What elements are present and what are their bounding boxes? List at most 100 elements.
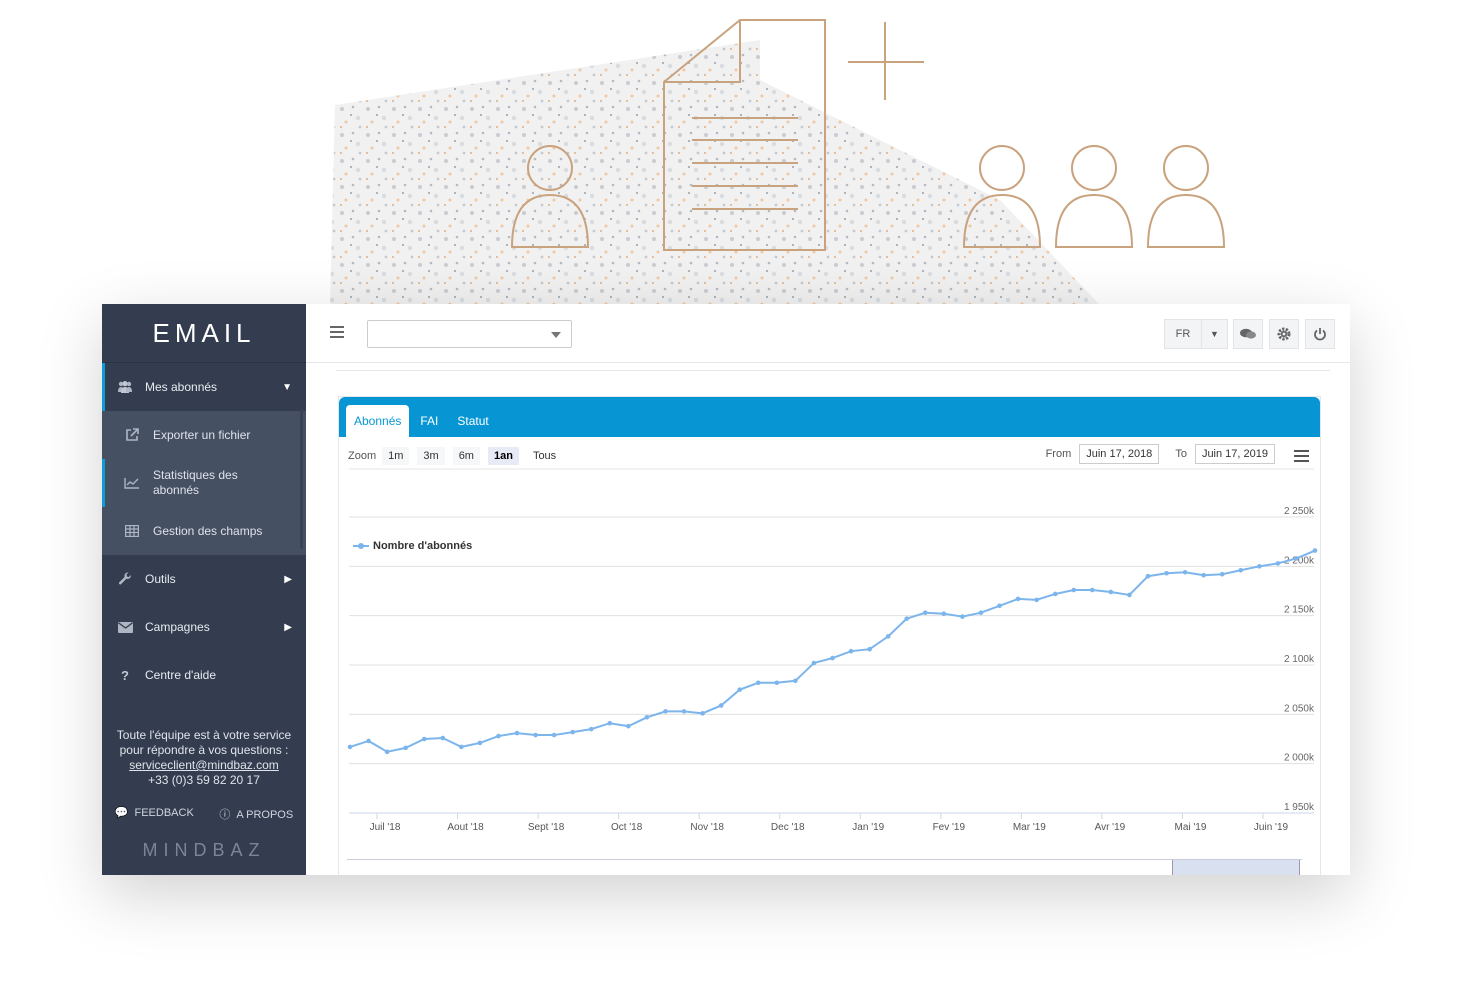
data-point[interactable]: [496, 733, 501, 739]
brand-logo: EMAIL: [102, 304, 306, 363]
data-point[interactable]: [681, 709, 687, 714]
account-select[interactable]: [367, 320, 572, 348]
main-content: Abonnés FAI Statut Zoom 1m 3m 6m 1an Tou…: [306, 364, 1350, 875]
data-point[interactable]: [1052, 591, 1058, 597]
data-point[interactable]: [941, 611, 947, 616]
sidebar-scrollbar[interactable]: [300, 409, 303, 549]
support-text-line1: Toute l'équipe est à votre service: [116, 728, 292, 742]
data-point[interactable]: [1145, 573, 1151, 579]
data-point[interactable]: [440, 735, 446, 741]
x-tick-label: Nov '18: [690, 822, 724, 833]
data-point[interactable]: [477, 740, 483, 746]
data-point[interactable]: [1294, 556, 1299, 561]
data-point[interactable]: [644, 714, 650, 720]
sidebar-item-campagnes[interactable]: Campagnes ▶: [102, 603, 306, 651]
caret-right-icon: ▶: [284, 573, 292, 585]
about-link[interactable]: ⓘ A PROPOS: [219, 806, 293, 822]
navigator-selection[interactable]: [1172, 860, 1300, 875]
data-point[interactable]: [626, 723, 631, 729]
chart-navigator[interactable]: [347, 859, 1302, 875]
data-point[interactable]: [1034, 597, 1039, 603]
sidebar-item-label: Centre d'aide: [145, 668, 217, 682]
data-point[interactable]: [793, 678, 798, 684]
language-dropdown-button[interactable]: ▼: [1201, 319, 1228, 349]
data-point[interactable]: [514, 730, 520, 736]
data-point[interactable]: [588, 726, 594, 732]
y-tick-label: 2 250k: [1284, 506, 1315, 517]
data-point[interactable]: [885, 634, 891, 639]
data-point[interactable]: [421, 736, 427, 742]
y-tick-label: 2 050k: [1284, 703, 1315, 714]
data-point[interactable]: [1201, 572, 1206, 578]
data-point[interactable]: [1312, 548, 1318, 553]
external-link-icon: [123, 428, 141, 442]
data-point[interactable]: [1127, 592, 1132, 598]
data-point[interactable]: [459, 744, 464, 750]
data-point[interactable]: [737, 687, 743, 692]
sidebar-subitem-gestion[interactable]: Gestion des champs: [102, 507, 306, 555]
support-email-link[interactable]: serviceclient@mindbaz.com: [129, 758, 279, 772]
plus-icon: [848, 22, 924, 100]
chat-icon: [1240, 328, 1256, 339]
data-point[interactable]: [904, 616, 910, 621]
y-tick-label: 2 150k: [1284, 605, 1315, 616]
data-point[interactable]: [774, 680, 780, 686]
data-point[interactable]: [1071, 587, 1077, 593]
data-point[interactable]: [848, 648, 854, 654]
data-point[interactable]: [1090, 587, 1095, 593]
logout-button[interactable]: [1305, 319, 1335, 349]
data-point[interactable]: [830, 655, 835, 661]
gear-icon: [1277, 327, 1291, 341]
data-point[interactable]: [366, 738, 371, 744]
data-point[interactable]: [1238, 567, 1244, 573]
data-point[interactable]: [551, 732, 557, 738]
data-point[interactable]: [700, 711, 705, 716]
feedback-link[interactable]: 💬 FEEDBACK: [115, 806, 194, 822]
data-point[interactable]: [663, 709, 668, 714]
data-point[interactable]: [718, 703, 724, 708]
power-icon: [1314, 328, 1326, 341]
data-point[interactable]: [1015, 596, 1021, 602]
feedback-label: FEEDBACK: [134, 807, 194, 819]
stats-panel: Abonnés FAI Statut Zoom 1m 3m 6m 1an Tou…: [338, 396, 1321, 875]
sidebar-subitem-statistiques[interactable]: Statistiques des abonnés: [102, 459, 306, 507]
data-point[interactable]: [978, 610, 984, 616]
data-point[interactable]: [607, 720, 613, 726]
settings-button[interactable]: [1269, 319, 1299, 349]
language-selector[interactable]: FR: [1164, 319, 1202, 349]
sidebar-subitem-exporter[interactable]: Exporter un fichier: [102, 411, 306, 459]
data-point[interactable]: [1257, 564, 1262, 569]
data-point[interactable]: [533, 732, 538, 738]
hamburger-menu-icon[interactable]: [330, 326, 344, 341]
x-tick-label: Aout '18: [447, 822, 484, 833]
data-point[interactable]: [960, 614, 965, 619]
legend-swatch: [353, 543, 369, 549]
chart-legend[interactable]: Nombre d'abonnés: [353, 540, 472, 552]
data-point[interactable]: [1219, 571, 1225, 577]
data-point[interactable]: [922, 610, 928, 616]
data-point[interactable]: [1182, 569, 1188, 575]
sidebar: EMAIL Mes abonnés ▼ Exporter un fichier: [102, 304, 306, 875]
data-point[interactable]: [997, 603, 1002, 609]
data-point[interactable]: [755, 680, 761, 686]
data-point[interactable]: [347, 744, 353, 750]
sidebar-item-mes-abonnes[interactable]: Mes abonnés ▼: [102, 363, 306, 411]
chevron-down-icon: [551, 332, 561, 338]
envelope-icon: [116, 618, 134, 636]
data-point[interactable]: [867, 646, 872, 652]
data-point[interactable]: [1164, 570, 1169, 576]
data-point[interactable]: [811, 660, 817, 666]
chat-button[interactable]: [1233, 319, 1263, 349]
data-point[interactable]: [384, 749, 390, 755]
series-line[interactable]: [349, 549, 1316, 753]
data-point[interactable]: [403, 745, 408, 751]
sidebar-item-outils[interactable]: Outils ▶: [102, 555, 306, 603]
sidebar-item-centre-aide[interactable]: ? Centre d'aide: [102, 651, 306, 699]
data-point[interactable]: [570, 729, 575, 735]
x-tick-label: Dec '18: [771, 822, 805, 833]
x-tick-label: Sept '18: [528, 822, 565, 833]
data-point[interactable]: [1108, 589, 1114, 595]
data-point[interactable]: [1275, 561, 1281, 566]
app-window: EMAIL Mes abonnés ▼ Exporter un fichier: [102, 304, 1350, 875]
support-text-line2: pour répondre à vos questions :: [119, 743, 289, 757]
